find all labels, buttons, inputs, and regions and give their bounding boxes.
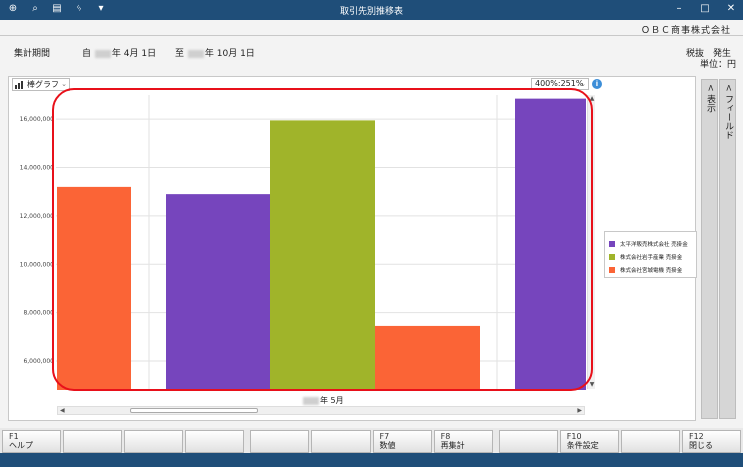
fkey-code: F12 <box>688 432 704 441</box>
chart-legend: 太平洋販売株式会社 売掛金 株式会社岩手産業 売掛金 株式会社宮城電機 売掛金 <box>604 231 697 278</box>
scroll-right-icon[interactable]: ▶ <box>577 407 582 414</box>
function-key-bar: F1 ヘルプ F7 数値 F8 再集計 F10 条件設定 F12 閉じる <box>0 428 743 453</box>
field-tab-text: フィールド <box>723 94 733 140</box>
chart-bar[interactable] <box>57 186 131 390</box>
scroll-up-icon[interactable]: ▲ <box>588 95 596 103</box>
vertical-scrollbar[interactable]: ▲ ▼ <box>587 95 595 389</box>
y-tick-label: 10,000,000 <box>20 261 55 268</box>
fkey-label: 再集計 <box>440 441 465 450</box>
display-panel-tab[interactable]: < 表示 <box>701 79 718 419</box>
chart-bar[interactable] <box>270 120 375 390</box>
y-tick-label: 16,000,000 <box>20 116 55 123</box>
legend-swatch <box>609 266 615 273</box>
f9-button[interactable] <box>498 430 558 453</box>
y-tick-label: 12,000,000 <box>20 213 55 220</box>
display-tab-text: 表示 <box>705 94 715 113</box>
fkey-label: 数値 <box>379 441 396 450</box>
f8-recalculate-button[interactable]: F8 再集計 <box>433 430 493 453</box>
fkey-code: F8 <box>440 432 451 441</box>
field-panel-tab[interactable]: < フィールド <box>719 79 736 419</box>
status-bar <box>0 453 743 467</box>
f11-button[interactable] <box>620 430 680 453</box>
f2-button[interactable] <box>63 430 123 453</box>
f5-button[interactable] <box>250 430 310 453</box>
legend-label: 株式会社宮城電機 売掛金 <box>620 267 683 274</box>
redacted-year <box>303 396 319 405</box>
f7-values-button[interactable]: F7 数値 <box>372 430 432 453</box>
legend-item: 株式会社宮城電機 売掛金 <box>609 263 692 276</box>
f6-button[interactable] <box>311 430 371 453</box>
x-axis-label: 年 5月 <box>302 395 344 406</box>
fkey-code: F7 <box>379 432 390 441</box>
scroll-down-icon[interactable]: ▼ <box>588 381 596 389</box>
f10-conditions-button[interactable]: F10 条件設定 <box>559 430 619 453</box>
chart-bar[interactable] <box>515 98 586 391</box>
scroll-thumb[interactable] <box>130 408 258 413</box>
f4-button[interactable] <box>185 430 245 453</box>
fkey-code: F10 <box>566 432 582 441</box>
fkey-label: ヘルプ <box>9 441 33 450</box>
y-tick-label: 14,000,000 <box>20 165 55 172</box>
legend-item: 株式会社岩手産業 売掛金 <box>609 250 692 263</box>
f3-button[interactable] <box>124 430 184 453</box>
display-tab-label: < 表示 <box>705 84 715 113</box>
chart-bar[interactable] <box>166 194 270 390</box>
horizontal-scrollbar[interactable]: ◀ ▶ <box>57 406 585 415</box>
fkey-label: 閉じる <box>688 441 713 450</box>
x-axis-label-text: 年 5月 <box>320 396 344 405</box>
fkey-label: 条件設定 <box>566 441 599 450</box>
y-tick-label: 6,000,000 <box>23 358 54 365</box>
y-tick-label: 8,000,000 <box>23 310 54 317</box>
legend-label: 株式会社岩手産業 売掛金 <box>620 254 683 261</box>
legend-item: 太平洋販売株式会社 売掛金 <box>609 237 692 250</box>
f1-help-button[interactable]: F1 ヘルプ <box>2 430 62 453</box>
fkey-code: F1 <box>9 432 19 441</box>
legend-label: 太平洋販売株式会社 売掛金 <box>620 241 688 248</box>
chart-bar[interactable] <box>375 325 480 390</box>
f12-close-button[interactable]: F12 閉じる <box>681 430 742 453</box>
scroll-left-icon[interactable]: ◀ <box>60 407 65 414</box>
legend-swatch <box>609 240 615 247</box>
field-tab-label: < フィールド <box>723 84 733 140</box>
legend-swatch <box>609 253 615 260</box>
